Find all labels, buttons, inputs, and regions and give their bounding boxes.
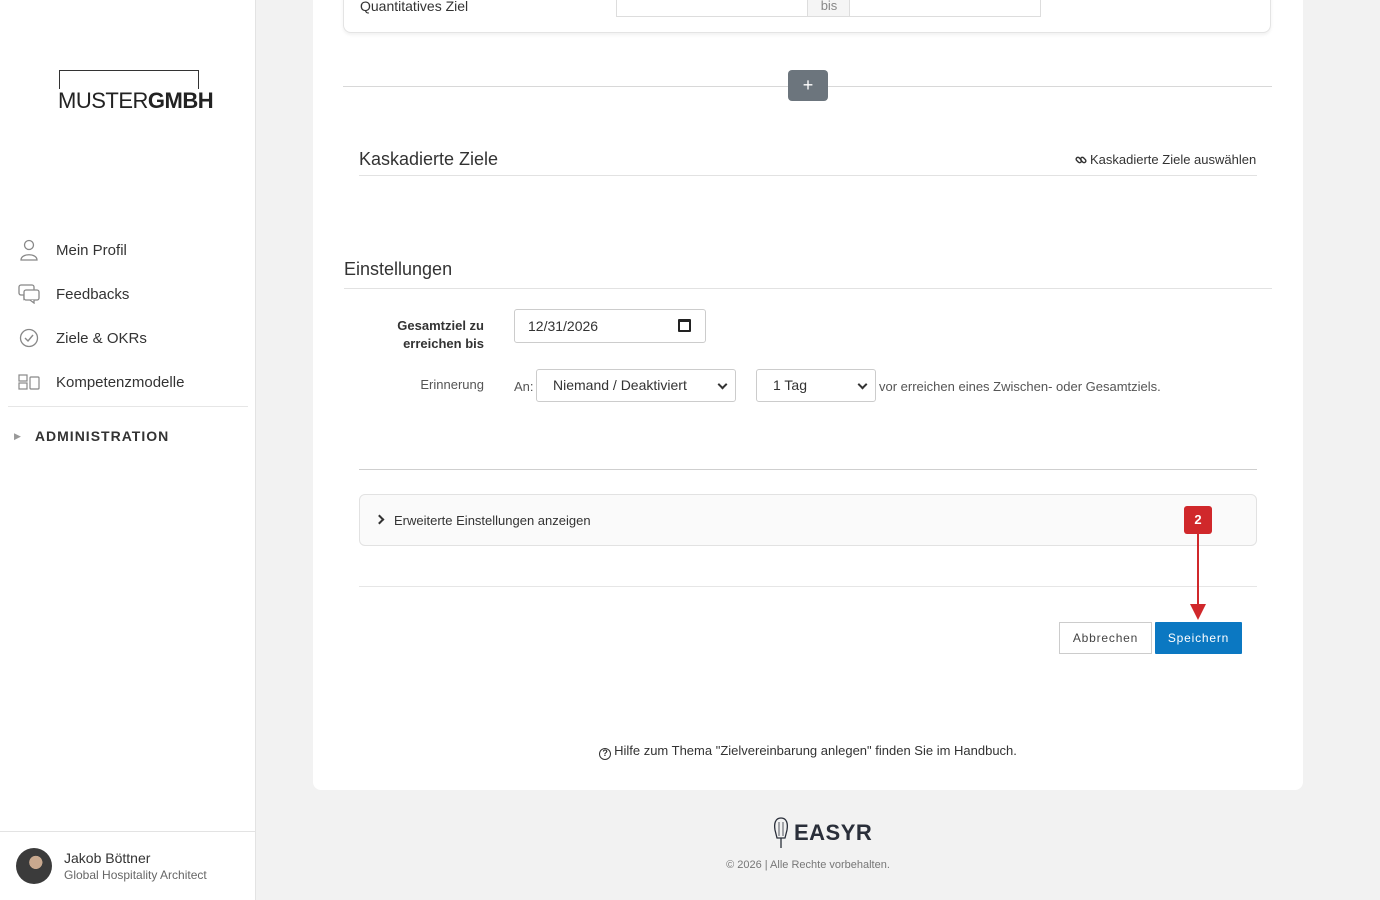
copyright: © 2026 | Alle Rechte vorbehalten. <box>726 859 890 871</box>
calendar-icon[interactable] <box>678 319 691 332</box>
reminder-suffix: vor erreichen eines Zwischen- oder Gesam… <box>879 379 1161 394</box>
help-text[interactable]: ? Hilfe zum Thema "Zielvereinbarung anleg… <box>313 743 1303 760</box>
shapes-icon <box>18 371 40 393</box>
sidebar-nav: Mein Profil Feedbacks Ziele & OKRs Kompe… <box>8 228 248 465</box>
user-role: Global Hospitality Architect <box>64 868 207 882</box>
sidebar-item-label: Ziele & OKRs <box>56 329 147 347</box>
annotation-badge: 2 <box>1184 506 1212 534</box>
chat-bubbles-icon <box>18 283 40 305</box>
quantitative-goal-label: Quantitatives Ziel <box>360 0 469 14</box>
chevron-down-icon <box>857 379 868 390</box>
company-logo-text: MUSTERGMBH <box>58 89 218 113</box>
sidebar-item-feedbacks[interactable]: Feedbacks <box>8 272 248 316</box>
user-profile[interactable]: Jakob Böttner Global Hospitality Archite… <box>0 831 256 900</box>
cascaded-goals-title: Kaskadierte Ziele <box>359 149 499 169</box>
link-icon <box>1075 156 1087 163</box>
cancel-button[interactable]: Abbrechen <box>1059 622 1152 654</box>
sidebar-item-ziele-okrs[interactable]: Ziele & OKRs <box>8 316 248 360</box>
deadline-label: Gesamtziel zu erreichen bis <box>397 318 484 351</box>
triangle-right-icon: ▶ <box>14 430 21 441</box>
sidebar-item-label: Feedbacks <box>56 285 130 303</box>
check-circle-icon <box>18 327 40 349</box>
deadline-date-input[interactable]: 12/31/2026 <box>514 309 706 343</box>
sidebar-item-administration[interactable]: ▶ ADMINISTRATION <box>8 407 248 465</box>
reminder-label: Erinnerung <box>420 377 484 392</box>
footer-logo: EASYR <box>772 816 872 850</box>
easyr-logo-icon <box>774 817 788 848</box>
advanced-settings-toggle[interactable]: Erweiterte Einstellungen anzeigen <box>359 494 1257 546</box>
user-icon <box>18 239 40 261</box>
help-label: Hilfe zum Thema "Zielvereinbarung anlege… <box>614 743 1017 758</box>
sidebar-item-kompetenzmodelle[interactable]: Kompetenzmodelle <box>8 360 248 404</box>
select-cascaded-goals-label: Kaskadierte Ziele auswählen <box>1090 152 1257 167</box>
deadline-value: 12/31/2026 <box>528 318 599 334</box>
admin-label: ADMINISTRATION <box>34 428 170 444</box>
advanced-settings-label: Erweiterte Einstellungen anzeigen <box>394 513 591 528</box>
reminder-to-label: An: <box>514 379 534 394</box>
reminder-time-select[interactable]: 1 Tag <box>756 369 876 402</box>
settings-title: Einstellungen <box>344 259 453 279</box>
chevron-down-icon <box>717 379 728 390</box>
divider <box>359 586 1257 587</box>
save-button[interactable]: Speichern <box>1155 622 1242 654</box>
reminder-recipient-value: Niemand / Deaktiviert <box>553 377 687 393</box>
avatar <box>16 848 52 884</box>
quantitative-from-input[interactable] <box>616 0 808 17</box>
plus-icon: + <box>802 75 814 95</box>
footer-brand: EASYR <box>794 820 873 845</box>
add-goal-button[interactable]: + <box>788 70 828 101</box>
sidebar: MUSTERGMBH Mein Profil Feedbacks Ziele &… <box>0 0 256 900</box>
sidebar-item-label: Mein Profil <box>56 241 127 259</box>
quantitative-goal-row: Quantitatives Ziel bis <box>343 0 1271 33</box>
sidebar-item-label: Kompetenzmodelle <box>56 373 185 391</box>
sidebar-item-mein-profil[interactable]: Mein Profil <box>8 228 248 272</box>
divider <box>359 469 1257 470</box>
reminder-time-value: 1 Tag <box>773 377 807 393</box>
quantitative-to-input[interactable] <box>849 0 1041 17</box>
chevron-right-icon <box>374 514 385 525</box>
range-separator: bis <box>808 0 850 17</box>
divider <box>359 175 1257 176</box>
company-logo[interactable]: MUSTERGMBH <box>58 70 218 113</box>
reminder-recipient-select[interactable]: Niemand / Deaktiviert <box>536 369 736 402</box>
divider <box>344 288 1272 289</box>
select-cascaded-goals-link[interactable]: Kaskadierte Ziele auswählen <box>1075 152 1256 167</box>
user-name: Jakob Böttner <box>64 850 151 866</box>
annotation-arrow <box>1197 534 1199 608</box>
question-circle-icon: ? <box>599 748 612 760</box>
annotation-arrow-head <box>1190 604 1206 620</box>
